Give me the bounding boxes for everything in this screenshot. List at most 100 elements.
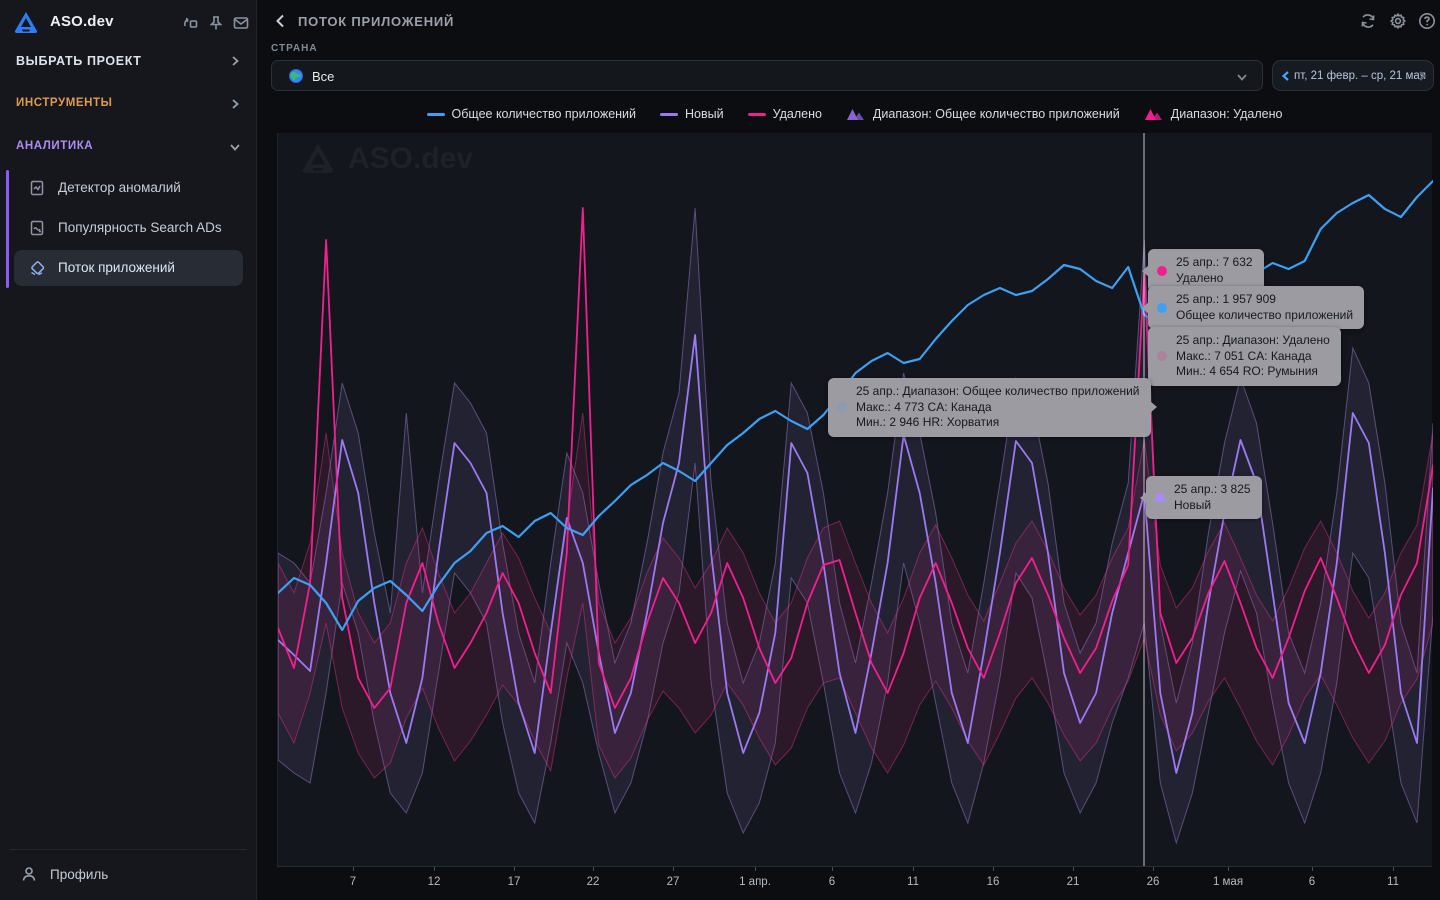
sidebar: ASO.dev ВЫБРАТЬ ПРОЕКТ ИНСТРУМЕНТЫ АНАЛИ… xyxy=(0,0,257,900)
tooltip-line: Новый xyxy=(1174,498,1251,514)
legend-item-0[interactable]: Общее количество приложений xyxy=(427,107,636,121)
app-title: ASO.dev xyxy=(50,13,114,30)
legend-line-swatch xyxy=(748,113,766,116)
sidebar-item-anomaly-detector[interactable]: Детектор аномалий xyxy=(14,170,243,206)
tooltip-arrow xyxy=(1142,265,1149,277)
analytics-section-label: АНАЛИТИКА xyxy=(16,140,93,152)
tools-section-label: ИНСТРУМЕНТЫ xyxy=(16,97,112,109)
legend-label: Удалено xyxy=(773,107,822,121)
tooltip-line: 25 апр.: Диапазон: Общее количество прил… xyxy=(856,384,1140,400)
chevron-right-icon xyxy=(229,98,241,110)
chevron-down-icon xyxy=(1236,71,1248,83)
legend-line-swatch xyxy=(427,113,445,116)
x-axis-tick xyxy=(353,867,354,871)
tooltip-series-dot xyxy=(1157,266,1167,276)
x-axis-label: 22 xyxy=(587,876,600,888)
chevron-right-icon xyxy=(229,55,241,67)
refresh-icon[interactable] xyxy=(1358,11,1378,31)
active-section-accent-bar xyxy=(6,170,9,288)
chevron-right-icon[interactable] xyxy=(1416,70,1428,82)
tooltip-line: Общее количество приложений xyxy=(1176,308,1353,324)
switch-project-icon[interactable] xyxy=(181,14,199,32)
file-anomaly-icon xyxy=(28,179,46,197)
user-icon xyxy=(20,865,38,883)
select-project-row[interactable]: ВЫБРАТЬ ПРОЕКТ xyxy=(0,48,257,76)
tooltip-line: 25 апр.: 1 957 909 xyxy=(1176,292,1353,308)
x-axis-tick xyxy=(1312,867,1313,871)
x-axis-label: 11 xyxy=(907,876,919,888)
file-chart-icon xyxy=(28,219,46,237)
tooltip-series-dot xyxy=(1157,351,1167,361)
chart-tooltip-4: 25 апр.: 3 825Новый xyxy=(1146,476,1262,519)
x-axis: 7121722271 апр.6111621261 мая611 xyxy=(277,866,1432,896)
tooltip-series-dot xyxy=(837,402,847,412)
x-axis-label: 12 xyxy=(428,876,441,888)
x-axis-tick xyxy=(1153,867,1154,871)
sidebar-item-app-flow[interactable]: Поток приложений xyxy=(14,250,243,286)
x-axis-tick xyxy=(1073,867,1074,871)
app-flow-icon xyxy=(28,259,46,277)
date-range-value: пт, 21 февр. – ср, 21 мая xyxy=(1294,70,1416,82)
x-axis-label: 21 xyxy=(1067,876,1080,888)
sidebar-header: ASO.dev xyxy=(0,8,257,38)
pin-icon[interactable] xyxy=(207,14,225,32)
chart-tooltip-2: 25 апр.: Диапазон: УдаленоМакс.: 7 051 C… xyxy=(1148,327,1341,386)
select-project-label: ВЫБРАТЬ ПРОЕКТ xyxy=(16,54,142,68)
country-select[interactable]: Все xyxy=(271,60,1263,91)
x-axis-label: 27 xyxy=(667,876,680,888)
sidebar-item-label: Популярность Search ADs xyxy=(58,220,222,235)
date-range-picker[interactable]: пт, 21 февр. – ср, 21 мая xyxy=(1272,60,1434,91)
chart-tooltip-1: 25 апр.: 1 957 909Общее количество прило… xyxy=(1148,286,1364,329)
legend-range-icon xyxy=(846,107,866,121)
sidebar-divider xyxy=(10,849,247,850)
x-axis-tick xyxy=(673,867,674,871)
section-tools[interactable]: ИНСТРУМЕНТЫ xyxy=(0,91,257,119)
x-axis-tick xyxy=(913,867,914,871)
x-axis-tick xyxy=(993,867,994,871)
x-axis-tick xyxy=(832,867,833,871)
sidebar-item-label: Поток приложений xyxy=(58,260,175,275)
x-axis-label: 11 xyxy=(1387,876,1399,888)
legend-item-4[interactable]: Диапазон: Удалено xyxy=(1144,107,1283,121)
x-axis-tick xyxy=(593,867,594,871)
tooltip-line: Мин.: 2 946 HR: Хорватия xyxy=(856,415,1140,431)
legend-item-1[interactable]: Новый xyxy=(660,107,724,121)
tooltip-arrow xyxy=(1140,492,1147,504)
x-axis-tick xyxy=(755,867,756,871)
sidebar-item-label: Детектор аномалий xyxy=(58,180,181,195)
tooltip-arrow xyxy=(1142,302,1149,314)
country-filter-label: СТРАНА xyxy=(271,43,318,54)
mail-icon[interactable] xyxy=(232,14,250,32)
x-axis-tick xyxy=(1228,867,1229,871)
chart-legend: Общее количество приложений Новый Удалено Д… xyxy=(277,104,1432,124)
legend-label: Диапазон: Общее количество приложений xyxy=(873,107,1120,121)
help-icon[interactable] xyxy=(1417,11,1437,31)
section-analytics[interactable]: АНАЛИТИКА xyxy=(0,134,257,162)
tooltip-line: 25 апр.: 3 825 xyxy=(1174,482,1251,498)
tooltip-line: 25 апр.: Диапазон: Удалено xyxy=(1176,333,1330,349)
legend-item-3[interactable]: Диапазон: Общее количество приложений xyxy=(846,107,1120,121)
legend-range-icon xyxy=(1144,107,1164,121)
x-axis-label: 16 xyxy=(987,876,1000,888)
x-axis-label: 1 апр. xyxy=(739,876,771,888)
x-axis-label: 1 мая xyxy=(1213,876,1243,888)
chevron-down-icon xyxy=(229,141,241,153)
x-axis-tick xyxy=(1393,867,1394,871)
aso-dev-logo-icon xyxy=(13,10,39,36)
tooltip-series-dot xyxy=(1157,303,1167,313)
tooltip-line: 25 апр.: 7 632 xyxy=(1176,255,1253,271)
chevron-left-icon[interactable] xyxy=(1280,70,1292,82)
legend-item-2[interactable]: Удалено xyxy=(748,107,822,121)
x-axis-label: 26 xyxy=(1147,876,1160,888)
profile-label: Профиль xyxy=(50,867,108,882)
tooltip-arrow xyxy=(1150,401,1157,413)
sidebar-item-profile[interactable]: Профиль xyxy=(10,860,247,890)
tooltip-series-dot xyxy=(1155,493,1165,503)
chart-tooltip-3: 25 апр.: Диапазон: Общее количество прил… xyxy=(828,378,1151,437)
x-axis-label: 7 xyxy=(350,876,356,888)
sidebar-item-search-ads-popularity[interactable]: Популярность Search ADs xyxy=(14,210,243,246)
settings-gear-icon[interactable] xyxy=(1388,11,1408,31)
back-icon[interactable] xyxy=(272,12,290,30)
legend-line-swatch xyxy=(660,113,678,116)
page-title: ПОТОК ПРИЛОЖЕНИЙ xyxy=(298,14,454,29)
